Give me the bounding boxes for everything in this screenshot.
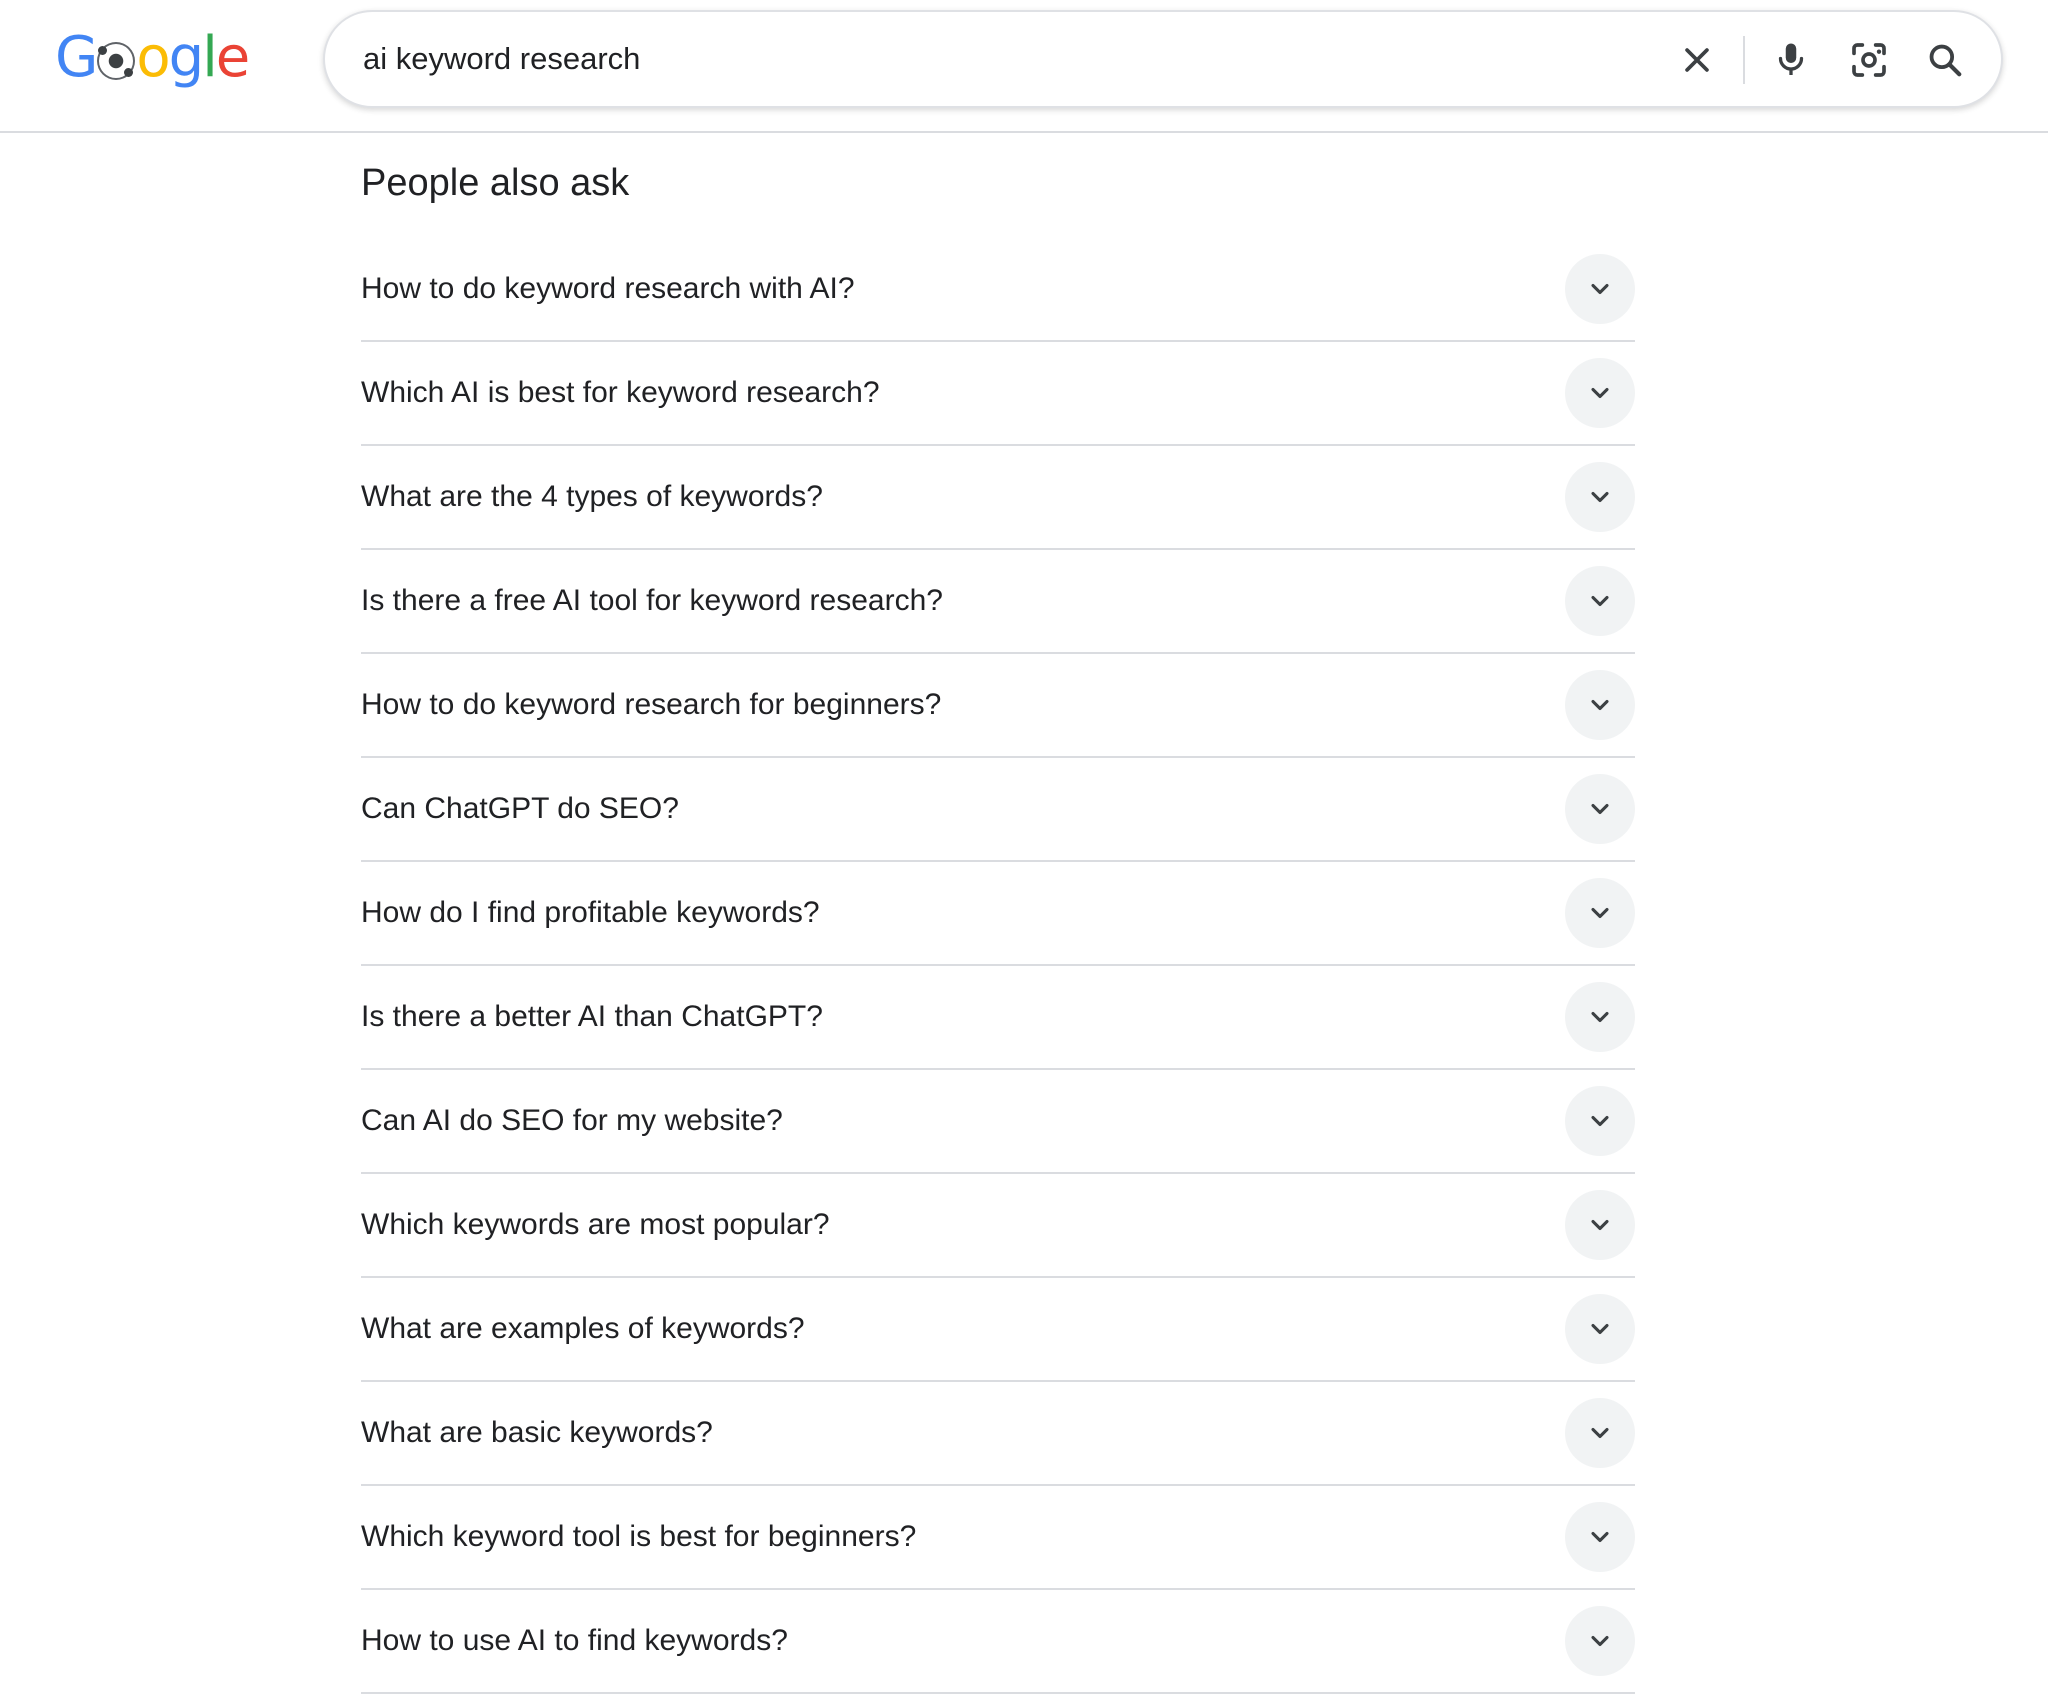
paa-question-item[interactable]: Can ChatGPT do SEO? (361, 758, 1635, 862)
chevron-down-icon (1591, 803, 1609, 815)
paa-question-text: Can ChatGPT do SEO? (361, 792, 679, 825)
paa-question-item[interactable]: What are basic keywords? (361, 1382, 1635, 1486)
paa-question-text: Is there a free AI tool for keyword rese… (361, 584, 943, 617)
paa-question-item[interactable]: How to use AI to find keywords? (361, 1590, 1635, 1694)
paa-question-item[interactable]: Is there a better AI than ChatGPT? (361, 966, 1635, 1070)
paa-question-text: How to do keyword research with AI? (361, 272, 855, 305)
expand-button[interactable] (1565, 462, 1635, 532)
search-divider (1743, 36, 1745, 84)
camera-lens-icon (1852, 43, 1886, 77)
search-icon (1929, 44, 1962, 77)
paa-question-item[interactable]: Is there a free AI tool for keyword rese… (361, 550, 1635, 654)
chevron-down-icon (1591, 1011, 1609, 1023)
voice-search-button[interactable] (1763, 32, 1819, 88)
google-logo[interactable]: Gogle (55, 22, 250, 92)
paa-question-text: Which keyword tool is best for beginners… (361, 1520, 917, 1553)
header: Gogle (0, 0, 2048, 133)
expand-button[interactable] (1565, 878, 1635, 948)
expand-button[interactable] (1565, 1606, 1635, 1676)
paa-question-item[interactable]: How do I find profitable keywords? (361, 862, 1635, 966)
microphone-icon (1778, 43, 1804, 75)
paa-question-item[interactable]: Which keywords are most popular? (361, 1174, 1635, 1278)
expand-button[interactable] (1565, 1502, 1635, 1572)
paa-question-item[interactable]: How to do keyword research for beginners… (361, 654, 1635, 758)
chevron-down-icon (1591, 907, 1609, 919)
search-input[interactable] (363, 34, 1643, 84)
chevron-down-icon (1591, 1219, 1609, 1231)
paa-question-item[interactable]: What are examples of keywords? (361, 1278, 1635, 1382)
image-search-button[interactable] (1841, 32, 1897, 88)
expand-button[interactable] (1565, 1086, 1635, 1156)
paa-question-text: How do I find profitable keywords? (361, 896, 820, 929)
expand-button[interactable] (1565, 566, 1635, 636)
expand-button[interactable] (1565, 1190, 1635, 1260)
close-icon (1685, 48, 1709, 72)
chevron-down-icon (1591, 1323, 1609, 1335)
paa-question-text: What are basic keywords? (361, 1416, 713, 1449)
chevron-down-icon (1591, 1531, 1609, 1543)
expand-button[interactable] (1565, 254, 1635, 324)
paa-question-item[interactable]: How to do keyword research with AI? (361, 238, 1635, 342)
expand-button[interactable] (1565, 774, 1635, 844)
paa-question-item[interactable]: Which keyword tool is best for beginners… (361, 1486, 1635, 1590)
chevron-down-icon (1591, 595, 1609, 607)
paa-question-text: Which AI is best for keyword research? (361, 376, 880, 409)
chevron-down-icon (1591, 283, 1609, 295)
chevron-down-icon (1591, 1635, 1609, 1647)
people-also-ask-list: How to do keyword research with AI? Whic… (361, 238, 1635, 1694)
paa-question-text: What are examples of keywords? (361, 1312, 805, 1345)
chevron-down-icon (1591, 1115, 1609, 1127)
expand-button[interactable] (1565, 358, 1635, 428)
paa-question-item[interactable]: Can AI do SEO for my website? (361, 1070, 1635, 1174)
soccer-ball-doodle-icon (97, 42, 136, 80)
search-button[interactable] (1917, 32, 1973, 88)
chevron-down-icon (1591, 387, 1609, 399)
expand-button[interactable] (1565, 670, 1635, 740)
chevron-down-icon (1591, 491, 1609, 503)
clear-search-button[interactable] (1669, 32, 1725, 88)
paa-question-text: How to use AI to find keywords? (361, 1624, 788, 1657)
paa-question-text: What are the 4 types of keywords? (361, 480, 823, 513)
expand-button[interactable] (1565, 1398, 1635, 1468)
paa-question-text: Which keywords are most popular? (361, 1208, 830, 1241)
search-box (323, 10, 2003, 108)
chevron-down-icon (1591, 699, 1609, 711)
paa-question-item[interactable]: Which AI is best for keyword research? (361, 342, 1635, 446)
expand-button[interactable] (1565, 1294, 1635, 1364)
paa-question-text: Can AI do SEO for my website? (361, 1104, 783, 1137)
expand-button[interactable] (1565, 982, 1635, 1052)
people-also-ask-title: People also ask (361, 162, 630, 204)
paa-question-text: How to do keyword research for beginners… (361, 688, 942, 721)
chevron-down-icon (1591, 1427, 1609, 1439)
paa-question-text: Is there a better AI than ChatGPT? (361, 1000, 823, 1033)
paa-question-item[interactable]: What are the 4 types of keywords? (361, 446, 1635, 550)
people-also-ask-section: People also ask How to do keyword resear… (361, 150, 1635, 1694)
